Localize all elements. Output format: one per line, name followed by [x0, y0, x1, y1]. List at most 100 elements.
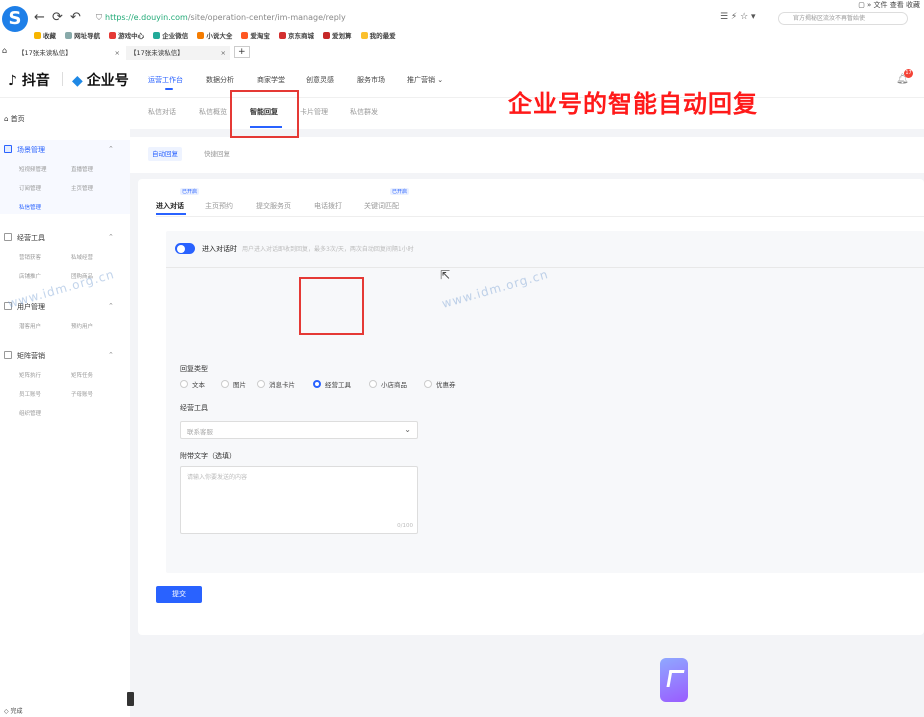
radio-text[interactable]: 文本	[180, 379, 205, 389]
radio-coupon[interactable]: 优惠券	[424, 379, 456, 389]
home-icon[interactable]: ⌂	[2, 46, 7, 55]
douyin-logo[interactable]: ♪ 抖音	[8, 70, 50, 90]
toolbox-icon	[4, 233, 12, 241]
nav-data[interactable]: 数据分析	[206, 75, 234, 85]
card-tab-active-indicator	[156, 213, 186, 215]
sidebar-item-leads[interactable]: 潜客用户	[19, 322, 41, 330]
sidebar-item-home[interactable]: ⌂ 首页	[4, 114, 25, 124]
tab-dm-overview[interactable]: 私信概览	[199, 107, 227, 117]
bookmark-item[interactable]: 爱淘宝	[241, 32, 270, 40]
chevron-up-icon[interactable]: ⌃	[108, 351, 114, 359]
globe-icon	[65, 32, 73, 39]
submit-button[interactable]: 提交	[156, 586, 202, 603]
browser-tools[interactable]: ☰ ⚡ ☆ ▾	[720, 12, 756, 22]
sidebar: ⌂ 首页 场景管理 ⌃ 短视频管理 直播管理 订阅管理 主页管理 私信管理 经营…	[0, 99, 130, 717]
new-tab-button[interactable]: +	[234, 46, 250, 58]
auto-reply-button[interactable]: 自动回复	[148, 147, 182, 161]
tool-select-value: 联系客服	[187, 428, 213, 436]
tiktok-icon: ♪	[8, 73, 22, 89]
undo-icon[interactable]: ↶	[70, 10, 81, 25]
address-bar[interactable]: ⛉ https://e.douyin.com/site/operation-cen…	[96, 10, 716, 26]
close-icon[interactable]: ×	[221, 46, 226, 60]
browser-search-input[interactable]: 官方揭秘区流汝不再暂始使	[778, 12, 908, 25]
bookmark-item[interactable]: 收藏	[34, 32, 56, 40]
home-icon: ⌂	[4, 115, 11, 123]
sidebar-group-tools[interactable]: 经营工具	[4, 233, 45, 243]
chevron-down-icon: ⌄	[435, 76, 444, 84]
sidebar-group-matrix[interactable]: 矩阵营销	[4, 351, 45, 361]
nav-promotion[interactable]: 推广营销 ⌄	[407, 75, 443, 85]
sidebar-item-staff[interactable]: 员工账号	[19, 390, 41, 398]
bookmarks-bar: 收藏 网址导航 游戏中心 企业微信 小说大全 爱淘宝 京东商城 爱划算 我的最爱	[34, 30, 403, 42]
chevron-up-icon[interactable]: ⌃	[108, 145, 114, 153]
tab-phone-call[interactable]: 电话拨打	[314, 201, 342, 211]
chevron-up-icon[interactable]: ⌃	[108, 302, 114, 310]
sidebar-item-org[interactable]: 组织管理	[19, 409, 41, 417]
radio-shop-product[interactable]: 小店商品	[369, 379, 407, 389]
tab-card-manage[interactable]: 卡片管理	[300, 107, 328, 117]
tab-home-reserve[interactable]: 主页预约	[205, 201, 233, 211]
chevron-down-icon: ⌄	[404, 425, 411, 434]
nav-market[interactable]: 服务市场	[357, 75, 385, 85]
bookmark-item[interactable]: 网址导航	[65, 32, 100, 40]
nav-workbench[interactable]: 运营工作台	[148, 75, 183, 85]
qiye-logo[interactable]: ◆ 企业号	[72, 70, 129, 90]
back-icon[interactable]: ←	[34, 10, 45, 25]
chevron-up-icon[interactable]: ⌃	[108, 233, 114, 241]
tab-mass-send[interactable]: 私信群发	[350, 107, 378, 117]
refresh-icon[interactable]: ⟳	[52, 10, 63, 25]
attach-text-placeholder: 请输入你要发送的内容	[187, 474, 248, 481]
radio-image[interactable]: 图片	[221, 379, 246, 389]
reply-type-label: 回复类型	[180, 365, 208, 373]
browser-tab[interactable]: 【17张未读私信】 ×	[126, 46, 230, 60]
sidebar-item-store[interactable]: 店铺推广	[19, 272, 41, 280]
close-icon[interactable]: ×	[115, 46, 120, 60]
tab-dm-chat[interactable]: 私信对话	[148, 107, 176, 117]
notification-badge: 17	[904, 69, 913, 78]
bookmark-item[interactable]: 小说大全	[197, 32, 232, 40]
floating-app-icon[interactable]	[660, 658, 688, 702]
sidebar-item-subscribe[interactable]: 订阅管理	[19, 184, 41, 192]
bookmark-item[interactable]: 游戏中心	[109, 32, 144, 40]
radio-message-card[interactable]: 消息卡片	[257, 379, 295, 389]
browser-logo-icon: S	[2, 6, 28, 32]
browser-menu[interactable]: ▢ » 文件 查看 收藏	[858, 0, 920, 10]
tab-strip: ⌂ 【17张未读私信】 × 【17张未读私信】 × +	[0, 45, 924, 61]
sidebar-item-task[interactable]: 矩阵任务	[71, 371, 93, 379]
sidebar-item-acquire[interactable]: 营销获客	[19, 253, 41, 261]
annotation-title: 企业号的智能自动回复	[508, 90, 758, 118]
bookmark-item[interactable]: 企业微信	[153, 32, 188, 40]
sidebar-item-dm[interactable]: 私信管理	[19, 203, 41, 211]
sidebar-collapse-button[interactable]	[127, 692, 134, 706]
bookmark-item[interactable]: 京东商城	[278, 32, 314, 40]
tab-enter-chat[interactable]: 进入对话	[156, 201, 184, 211]
sidebar-item-homepage[interactable]: 主页管理	[71, 184, 93, 192]
status-badge: 已开启	[180, 188, 200, 195]
sidebar-group-scene[interactable]: 场景管理	[4, 145, 45, 155]
auto-reply-card: 已开启 已开启 进入对话 主页预约 提交服务页 电话拨打 关键词匹配 进入对话时…	[138, 179, 924, 635]
nav-academy[interactable]: 商家学堂	[257, 75, 285, 85]
bookmark-item[interactable]: 爱划算	[323, 32, 352, 40]
sidebar-item-private[interactable]: 私域经营	[71, 253, 93, 261]
book-icon	[197, 32, 205, 39]
enter-chat-toggle[interactable]	[175, 243, 195, 254]
sidebar-item-submother[interactable]: 子母账号	[71, 390, 93, 398]
tool-select[interactable]: 联系客服 ⌄	[180, 421, 418, 439]
sidebar-item-exec[interactable]: 矩阵执行	[19, 371, 41, 379]
sidebar-item-video[interactable]: 短视频管理	[19, 165, 47, 173]
radio-business-tool[interactable]: 经营工具	[313, 379, 351, 389]
attach-text-label: 附带文字（选填）	[180, 452, 236, 460]
highlight-box-business-tool	[299, 277, 364, 335]
tab-keyword-match[interactable]: 关键词匹配	[364, 201, 399, 211]
browser-tab[interactable]: 【17张未读私信】 ×	[14, 46, 124, 60]
browser-chrome: S ← ⟳ ↶ ⛉ https://e.douyin.com/site/opera…	[0, 0, 924, 62]
qiye-mark-icon: ◆	[72, 73, 83, 89]
tab-service-page[interactable]: 提交服务页	[256, 201, 291, 211]
sidebar-item-reserve[interactable]: 预约用户	[71, 322, 93, 330]
quick-reply-button[interactable]: 快捷回复	[200, 147, 234, 161]
deal-icon	[323, 32, 331, 39]
attach-text-input[interactable]: 请输入你要发送的内容 0/100	[180, 466, 418, 534]
bookmark-item[interactable]: 我的最爱	[360, 32, 396, 40]
nav-inspiration[interactable]: 创意灵感	[306, 75, 334, 85]
sidebar-item-live[interactable]: 直播管理	[71, 165, 93, 173]
